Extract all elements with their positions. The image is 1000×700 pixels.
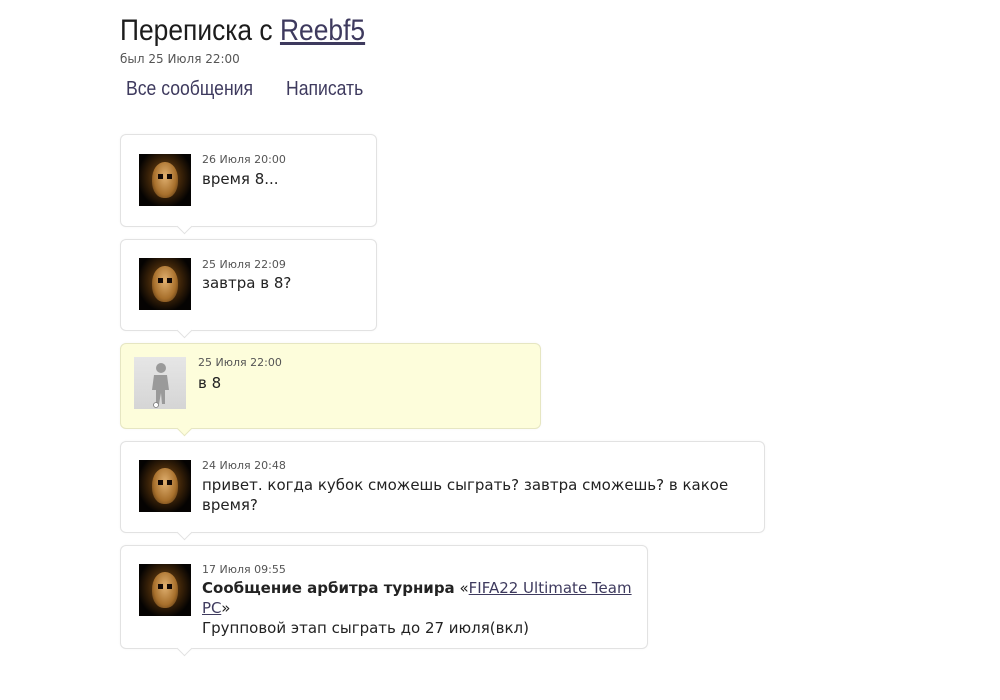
write-message-link[interactable]: Написать [286,78,363,101]
last-seen-status: был 25 Июля 22:00 [120,52,240,66]
message-text: время 8... [202,170,279,188]
user-avatar[interactable] [139,258,191,310]
user-avatar[interactable] [139,564,191,616]
user-avatar[interactable] [139,154,191,206]
message-date: 26 Июля 20:00 [202,153,286,166]
quote-open: « [454,579,469,597]
message-item: 17 Июля 09:55 Сообщение арбитра турнира … [120,545,648,649]
page-header: Переписка с Reebf5 был 25 Июля 22:00 [120,12,399,66]
message-date: 17 Июля 09:55 [202,563,286,576]
message-date: 25 Июля 22:00 [198,356,282,369]
page-title-prefix: Переписка с [120,14,273,47]
all-messages-link[interactable]: Все сообщения [126,78,253,101]
message-date: 25 Июля 22:09 [202,258,286,271]
message-item: 25 Июля 22:09 завтра в 8? [120,239,377,331]
message-item: 24 Июля 20:48 привет. когда кубок сможеш… [120,441,765,533]
arbiter-message-title: Сообщение арбитра турнира [202,579,455,597]
default-avatar-icon[interactable] [134,357,186,409]
user-avatar[interactable] [139,460,191,512]
message-text: в 8 [198,374,222,392]
page-title: Переписка с Reebf5 [120,12,365,50]
message-text: завтра в 8? [202,274,292,292]
conversation-nav: Все сообщения Написать [126,78,374,101]
quote-close: » [221,599,231,617]
message-item-own: 25 Июля 22:00 в 8 [120,343,541,429]
message-date: 24 Июля 20:48 [202,459,286,472]
arbiter-message-body: Групповой этап сыграть до 27 июля(вкл) [202,619,529,637]
message-text: Сообщение арбитра турнира «FIFA22 Ultima… [202,578,642,638]
username-link[interactable]: Reebf5 [280,14,365,47]
message-item: 26 Июля 20:00 время 8... [120,134,377,227]
message-text: привет. когда кубок сможешь сыграть? зав… [202,476,729,514]
